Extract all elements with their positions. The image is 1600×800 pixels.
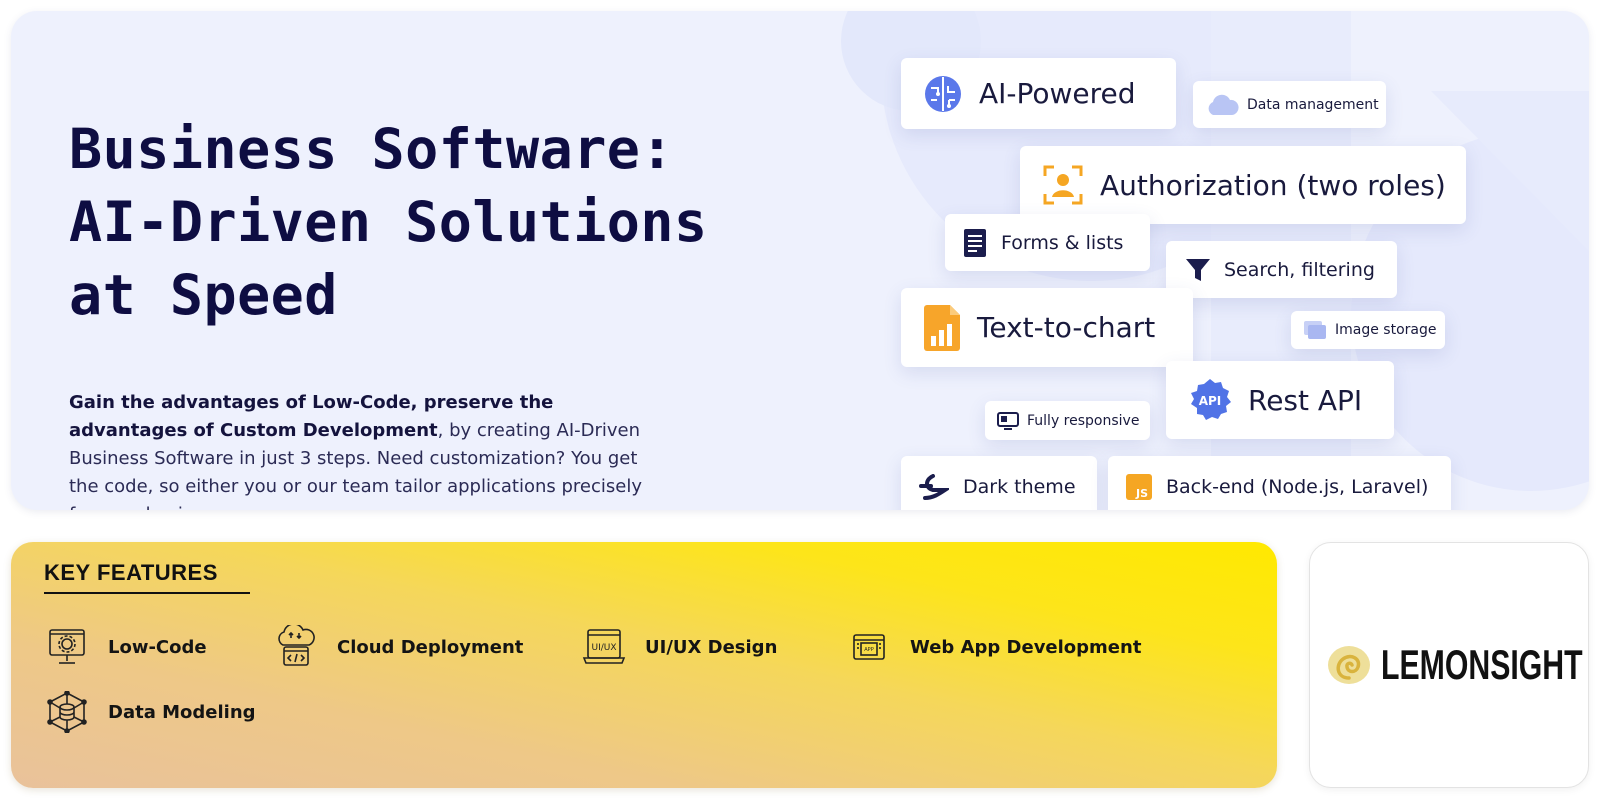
cloud-code-icon — [273, 624, 319, 670]
monitor-icon — [997, 411, 1019, 430]
feature-web-app-development: APP Web App Development — [846, 624, 1141, 670]
chip-dark-theme: Dark theme — [901, 456, 1097, 510]
feature-label: Low-Code — [108, 636, 207, 658]
chip-label: Authorization (two roles) — [1100, 168, 1446, 202]
wind-icon — [919, 474, 949, 500]
key-features-panel: KEY FEATURES Low-Code Cloud Deployment U… — [11, 542, 1277, 788]
hero-title-line-3: at Speed — [69, 263, 338, 327]
chip-fully-responsive: Fully responsive — [985, 401, 1150, 440]
feature-label: Cloud Deployment — [337, 636, 524, 658]
chip-rest-api: API Rest API — [1166, 361, 1394, 439]
chip-search-filtering: Search, filtering — [1166, 241, 1397, 298]
chip-label: Data management — [1247, 96, 1379, 113]
javascript-icon: JS — [1126, 474, 1152, 500]
chip-label: Fully responsive — [1027, 412, 1140, 429]
laptop-uiux-icon: UI/UX — [581, 624, 627, 670]
chip-label: Text-to-chart — [977, 311, 1156, 344]
feature-ui-ux-design: UI/UX UI/UX Design — [581, 624, 777, 670]
app-window-icon: APP — [846, 624, 892, 670]
chip-label: Forms & lists — [1001, 231, 1124, 254]
chip-back-end: JS Back-end (Node.js, Laravel) — [1108, 456, 1451, 510]
svg-text:APP: APP — [864, 647, 873, 653]
hero-title-line-2: AI-Driven Solutions — [69, 190, 708, 254]
chart-file-icon — [923, 304, 961, 352]
hero-title-line-1: Business Software: — [69, 117, 675, 181]
chip-label: Image storage — [1335, 322, 1437, 338]
svg-text:UI/UX: UI/UX — [591, 643, 616, 653]
chip-label: Rest API — [1248, 383, 1363, 417]
svg-text:API: API — [1199, 394, 1222, 408]
feature-label: UI/UX Design — [645, 636, 778, 658]
funnel-icon — [1184, 256, 1212, 284]
brain-icon — [923, 74, 963, 114]
chip-label: AI-Powered — [979, 77, 1136, 110]
chip-label: Search, filtering — [1224, 258, 1375, 281]
network-database-icon — [44, 689, 90, 735]
monitor-gear-icon — [44, 624, 90, 670]
hero-banner: Business Software: AI-Driven Solutions a… — [11, 11, 1589, 510]
hero-title: Business Software: AI-Driven Solutions a… — [69, 113, 789, 332]
logo-card[interactable]: LEMONSIGHT — [1309, 542, 1589, 788]
lemon-swirl-icon — [1327, 645, 1371, 685]
api-gear-icon: API — [1188, 378, 1232, 422]
images-stack-icon — [1303, 320, 1327, 340]
chip-image-storage: Image storage — [1291, 311, 1445, 349]
chip-text-to-chart: Text-to-chart — [901, 288, 1193, 367]
chip-data-management: Data management — [1193, 81, 1386, 128]
feature-low-code: Low-Code — [44, 624, 207, 670]
feature-label: Data Modeling — [108, 701, 256, 723]
feature-label: Web App Development — [910, 636, 1142, 658]
key-features-heading: KEY FEATURES — [44, 560, 250, 594]
chip-forms-lists: Forms & lists — [945, 214, 1150, 271]
user-focus-icon — [1042, 164, 1084, 206]
logo-wordmark: LEMONSIGHT — [1381, 641, 1583, 688]
feature-data-modeling: Data Modeling — [44, 689, 256, 735]
chip-label: Back-end (Node.js, Laravel) — [1166, 476, 1429, 498]
feature-cloud-deployment: Cloud Deployment — [273, 624, 523, 670]
document-list-icon — [963, 228, 987, 258]
chip-authorization: Authorization (two roles) — [1020, 146, 1466, 224]
hero-description: Gain the advantages of Low-Code, preserv… — [69, 389, 669, 510]
chip-ai-powered: AI-Powered — [901, 58, 1176, 129]
chip-label: Dark theme — [963, 476, 1076, 498]
svg-text:JS: JS — [1135, 487, 1148, 500]
cloud-icon — [1205, 93, 1239, 117]
